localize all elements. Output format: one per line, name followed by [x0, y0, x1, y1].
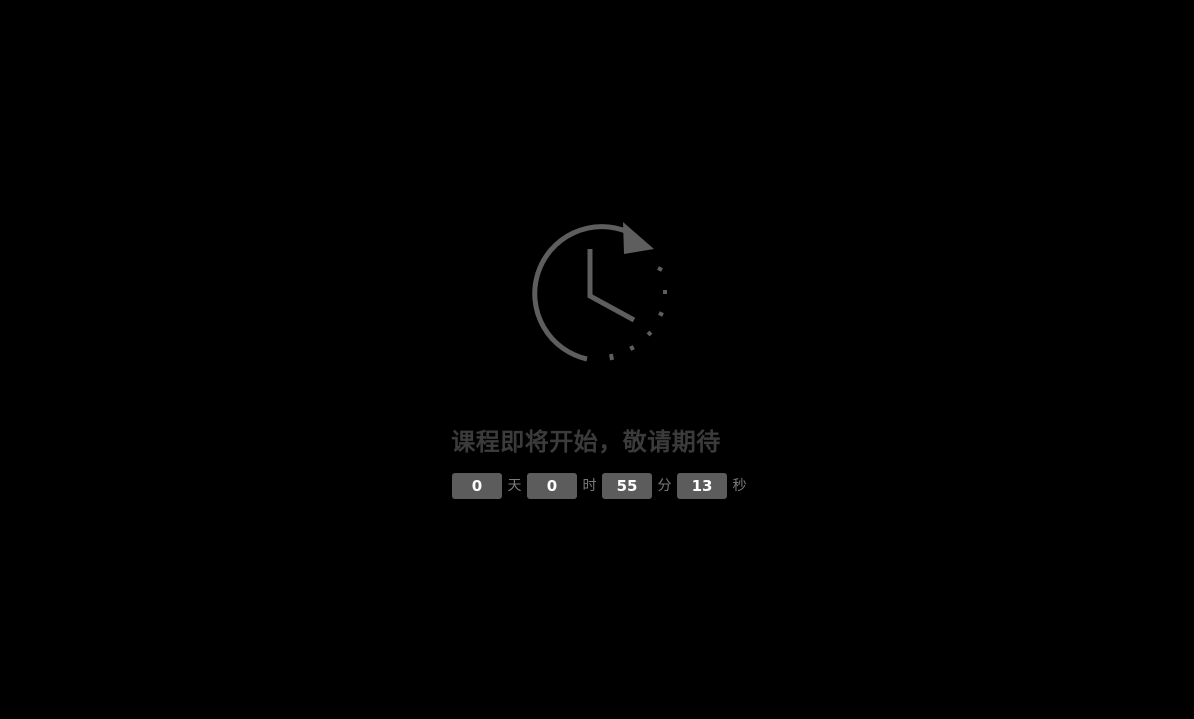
seconds-value: 13: [677, 473, 727, 499]
countdown-timer: 0 天 0 时 55 分 13 秒: [452, 473, 752, 499]
days-unit: 天: [507, 478, 522, 494]
clock-countdown-icon: [520, 218, 672, 370]
minutes-unit: 分: [657, 478, 672, 494]
days-value: 0: [452, 473, 502, 499]
countdown-screen: 课程即将开始，敬请期待 0 天 0 时 55 分 13 秒: [0, 0, 1194, 719]
course-status-message: 课程即将开始，敬请期待: [451, 428, 721, 456]
seconds-unit: 秒: [732, 478, 747, 494]
hours-value: 0: [527, 473, 577, 499]
minutes-value: 55: [602, 473, 652, 499]
hours-unit: 时: [582, 478, 597, 494]
